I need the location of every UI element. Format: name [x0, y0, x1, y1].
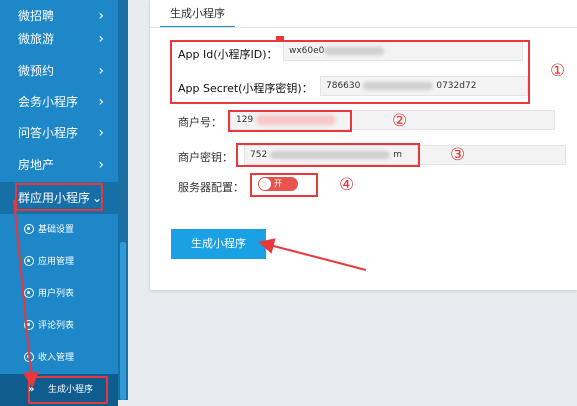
- annotation-box-4: [250, 173, 318, 197]
- gear-icon: [24, 256, 34, 266]
- annotation-marker: [276, 36, 284, 42]
- sidebar-item-label: 微预约: [18, 64, 55, 78]
- gear-icon: [24, 352, 34, 362]
- sidebar-subitem-comment-list[interactable]: 评论列表: [0, 310, 118, 342]
- sidebar-item-label: 会务小程序: [18, 95, 79, 109]
- sidebar-subitem-label: 用户列表: [38, 289, 75, 299]
- tab-divider: [150, 27, 577, 28]
- sidebar-item-travel[interactable]: 微旅游 ›: [0, 23, 118, 55]
- chevron-right-icon: ›: [98, 31, 104, 47]
- scrollbar-thumb[interactable]: [120, 242, 126, 400]
- generate-miniprogram-button[interactable]: 生成小程序: [171, 229, 266, 259]
- annotation-box: [15, 183, 103, 211]
- sidebar-nav: 微招聘 › 微旅游 › 微预约 › 会务小程序 › 问答小程序 › 房地产 › …: [0, 0, 118, 406]
- sidebar-item-booking[interactable]: 微预约 ›: [0, 55, 118, 87]
- gear-icon: [24, 224, 34, 234]
- sidebar-item-qa[interactable]: 问答小程序 ›: [0, 117, 118, 149]
- sidebar-item-label: 问答小程序: [18, 126, 79, 140]
- annotation-number-2: ②: [392, 111, 408, 131]
- sidebar-subitem-label: 基础设置: [38, 225, 75, 235]
- merchant-no-label: 商户号：: [178, 116, 222, 129]
- chevron-right-icon: ›: [98, 63, 104, 79]
- sidebar-subitem-app-management[interactable]: 应用管理: [0, 246, 118, 278]
- sidebar-scrollbar[interactable]: [118, 0, 128, 400]
- server-config-label: 服务器配置：: [178, 181, 244, 194]
- annotation-number-1: ①: [550, 61, 566, 81]
- annotation-box-1: [170, 40, 530, 104]
- sidebar-item-label: 房地产: [18, 158, 55, 172]
- sidebar-subitem-basic-settings[interactable]: 基础设置: [0, 214, 118, 246]
- gear-icon: [24, 320, 34, 330]
- chevron-right-icon: ›: [98, 94, 104, 110]
- sidebar-subitem-label: 评论列表: [38, 321, 75, 331]
- sidebar-item-realestate[interactable]: 房地产 ›: [0, 149, 118, 181]
- annotation-box-3: [236, 143, 420, 167]
- tab-generate-miniprogram[interactable]: 生成小程序: [160, 2, 235, 28]
- merchant-key-label: 商户密钥：: [178, 151, 233, 164]
- chevron-right-icon: ›: [98, 125, 104, 141]
- chevron-right-icon: ›: [98, 157, 104, 173]
- gear-icon: [24, 288, 34, 298]
- sidebar-subitem-label: 收入管理: [38, 353, 75, 363]
- sidebar-item-group-app[interactable]: 群应用小程序 ⌄: [0, 182, 118, 214]
- sidebar-subitem-income[interactable]: 收入管理: [0, 342, 118, 374]
- annotation-number-4: ④: [339, 175, 355, 195]
- sidebar-item-label: 微旅游: [18, 32, 55, 46]
- annotation-box-2: [228, 110, 352, 132]
- sidebar-item-label: 微招聘: [18, 9, 55, 23]
- sidebar-item-conference[interactable]: 会务小程序 ›: [0, 86, 118, 118]
- sidebar-subitem-label: 应用管理: [38, 257, 75, 267]
- sidebar-subitem-user-list[interactable]: 用户列表: [0, 278, 118, 310]
- sidebar-subitem-generate[interactable]: » 生成小程序: [0, 374, 118, 406]
- double-chevron-icon: »: [28, 384, 35, 395]
- annotation-number-3: ③: [450, 145, 466, 165]
